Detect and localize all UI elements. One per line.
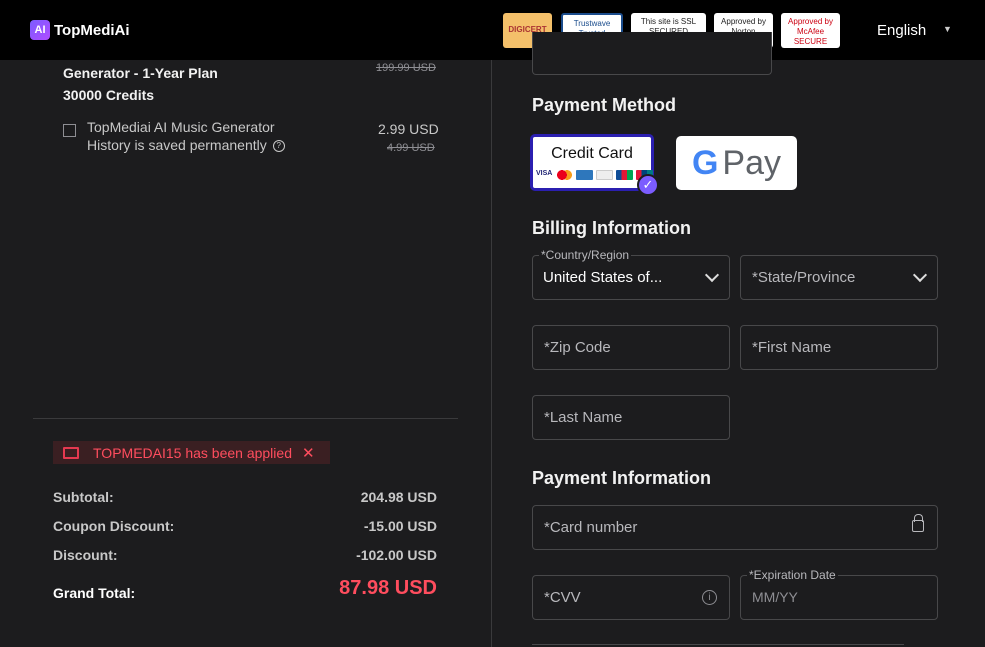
cvv-field[interactable]: *CVV i: [532, 575, 730, 620]
logo-text: TopMediAi: [54, 21, 130, 39]
first-name-placeholder: *First Name: [752, 339, 832, 356]
coupon-applied-banner: TOPMEDAI15 has been applied ✕: [53, 441, 330, 464]
payment-method-title: Payment Method: [532, 95, 677, 115]
credit-card-option[interactable]: Credit Card VISA ✓: [530, 134, 659, 196]
expiration-placeholder: MM/YY: [752, 589, 798, 605]
next-field-edge: [532, 644, 904, 645]
expiration-label: *Expiration Date: [747, 568, 838, 582]
first-name-field[interactable]: *First Name: [740, 325, 938, 370]
mastercard-icon: [556, 170, 573, 180]
plan-old-price: 199.99 USD: [376, 62, 436, 74]
card-brand-logos: VISA: [536, 170, 653, 180]
google-pay-option[interactable]: G Pay: [676, 136, 797, 190]
expiration-date-field[interactable]: *Expiration Date MM/YY: [740, 568, 938, 620]
mcafee-badge: Approved by McAfee SECURE: [781, 13, 840, 48]
plan-title: Generator - 1-Year Plan 30000 Credits: [63, 62, 218, 106]
plan-name: Generator - 1-Year Plan: [63, 65, 218, 81]
payment-information-title: Payment Information: [532, 468, 712, 488]
credit-card-label: Credit Card: [551, 145, 633, 162]
amex-icon: [576, 170, 593, 180]
remove-coupon-icon[interactable]: ✕: [302, 444, 315, 462]
billing-information-title: Billing Information: [532, 218, 691, 238]
logo-mark: AI: [30, 20, 50, 40]
jcb-icon: [616, 170, 633, 180]
visa-icon: VISA: [536, 170, 553, 180]
coupon-text: TOPMEDAI15 has been applied: [93, 444, 292, 461]
selected-check-icon: ✓: [637, 174, 659, 196]
lock-icon: [912, 514, 924, 532]
zip-code-field[interactable]: *Zip Code: [532, 325, 730, 370]
logo[interactable]: AI TopMediAi: [30, 20, 130, 40]
zip-placeholder: *Zip Code: [544, 339, 611, 356]
chevron-down-icon: [912, 267, 928, 283]
summary-divider: [33, 418, 458, 419]
info-icon[interactable]: i: [702, 590, 717, 605]
country-value: United States of...: [543, 269, 663, 286]
last-name-field[interactable]: *Last Name: [532, 395, 730, 440]
subtotal-label: Subtotal:: [53, 489, 114, 505]
coupon-ticket-icon: [63, 446, 79, 459]
chevron-down-icon: [704, 267, 720, 283]
panel-divider: [491, 60, 492, 647]
addon-old-price: 4.99 USD: [387, 142, 435, 154]
addon-price: 2.99 USD: [378, 121, 439, 137]
country-label: *Country/Region: [539, 248, 632, 262]
addon-checkbox[interactable]: [63, 124, 76, 137]
language-selector[interactable]: English: [877, 22, 926, 39]
discover-icon: [596, 170, 613, 180]
card-number-placeholder: *Card number: [544, 519, 638, 536]
top-bar: AI TopMediAi DIGICERT Trustwave Trusted …: [0, 0, 985, 60]
country-select[interactable]: *Country/Region United States of...: [532, 248, 730, 300]
coupon-discount-label: Coupon Discount:: [53, 518, 175, 534]
grand-total-label: Grand Total:: [53, 585, 136, 601]
discount-value: -102.00 USD: [356, 547, 437, 563]
gpay-label: Pay: [722, 143, 782, 182]
card-number-field[interactable]: *Card number: [532, 505, 938, 550]
coupon-discount-value: -15.00 USD: [363, 518, 437, 534]
subtotal-value: 204.98 USD: [360, 489, 437, 505]
state-placeholder: *State/Province: [752, 269, 856, 286]
google-g-icon: G: [691, 143, 719, 182]
state-select[interactable]: *State/Province: [740, 255, 938, 300]
previous-field[interactable]: [532, 32, 772, 75]
discount-label: Discount:: [53, 547, 118, 563]
caret-down-icon[interactable]: ▼: [943, 24, 952, 34]
plan-credits: 30000 Credits: [63, 87, 155, 103]
addon-label: TopMediai AI Music Generator History is …: [87, 118, 287, 154]
cvv-placeholder: *CVV: [544, 589, 581, 606]
grand-total-value: 87.98 USD: [339, 577, 437, 599]
addon-label-text: TopMediai AI Music Generator History is …: [87, 119, 275, 153]
help-icon[interactable]: ?: [272, 140, 285, 153]
last-name-placeholder: *Last Name: [544, 409, 623, 426]
